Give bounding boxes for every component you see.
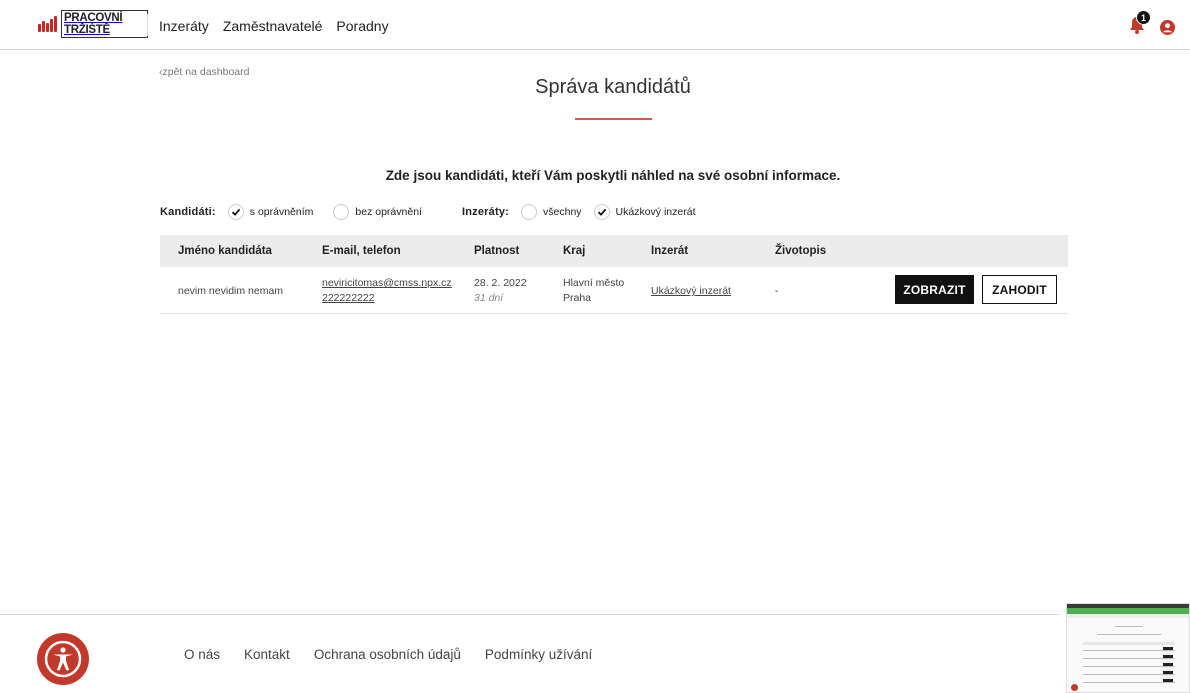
validity-date: 28. 2. 2022 xyxy=(474,277,527,289)
logo-text: PRACOVNÍ TRŽIŠTĚ xyxy=(61,10,148,38)
filter-sample-ad-label: Ukázkový inzerát xyxy=(615,206,696,218)
table-header: Jméno kandidáta E-mail, telefon Platnost… xyxy=(160,235,1068,267)
candidate-name: nevim nevidim nemam xyxy=(178,285,284,297)
site-logo[interactable]: PRACOVNÍ TRŽIŠTĚ xyxy=(38,10,148,38)
accessibility-icon xyxy=(44,640,82,678)
filter-without-permission[interactable]: bez oprávnění xyxy=(333,204,422,220)
col-header-validity: Platnost xyxy=(474,245,520,257)
intro-text: Zde jsou kandidáti, kteří Vám poskytli n… xyxy=(385,168,841,183)
filter-all-ads[interactable]: všechny xyxy=(521,204,582,220)
check-icon xyxy=(231,208,241,216)
logo-divider xyxy=(147,14,148,36)
radio-unchecked[interactable] xyxy=(333,204,350,220)
notification-badge: 1 xyxy=(1136,10,1151,25)
candidate-ad-link[interactable]: Ukázkový inzerát xyxy=(651,285,731,297)
candidates-table: Jméno kandidáta E-mail, telefon Platnost… xyxy=(160,235,1068,314)
candidate-phone-link[interactable]: 222222222 xyxy=(322,291,452,306)
radio-checked[interactable] xyxy=(227,204,244,220)
col-header-cv: Životopis xyxy=(775,245,827,257)
candidate-region: Hlavní město Praha xyxy=(563,276,624,306)
thumb-table-header xyxy=(1083,642,1175,645)
show-candidate-button[interactable]: ZOBRAZIT xyxy=(895,275,974,304)
footer-link-about[interactable]: O nás xyxy=(184,647,220,662)
thumb-row-line xyxy=(1083,658,1175,659)
thumb-row-line xyxy=(1083,650,1175,651)
thumb-button xyxy=(1163,655,1173,658)
candidate-validity: 28. 2. 2022 31 dní xyxy=(474,276,527,306)
region-line-2: Praha xyxy=(563,292,592,304)
candidate-contact: neviricitomas@cmss.npx.cz 222222222 xyxy=(322,276,452,306)
radio-checked[interactable] xyxy=(593,204,610,220)
thumb-intro-line xyxy=(1097,634,1161,635)
discard-candidate-button[interactable]: ZAHODIT xyxy=(982,275,1057,304)
thumb-accessibility-dot xyxy=(1071,684,1078,691)
nav-item-zamestnavatele[interactable]: Zaměstnavatelé xyxy=(223,18,323,34)
validity-days: 31 dní xyxy=(474,292,504,304)
nav-item-inzeraty[interactable]: Inzeráty xyxy=(159,18,209,34)
footer-divider xyxy=(0,614,1060,615)
footer-link-privacy[interactable]: Ochrana osobních údajů xyxy=(314,647,461,662)
footer-link-contact[interactable]: Kontakt xyxy=(244,647,290,662)
ads-filter-label: Inzeráty: xyxy=(461,206,510,218)
nav-item-poradny[interactable]: Poradny xyxy=(336,18,388,34)
thumb-row-line xyxy=(1083,674,1175,675)
radio-unchecked[interactable] xyxy=(521,204,538,220)
col-header-contact: E-mail, telefon xyxy=(322,245,401,257)
top-bar: PRACOVNÍ TRŽIŠTĚ Inzeráty Zaměstnavatelé… xyxy=(0,0,1190,50)
accessibility-button[interactable] xyxy=(37,633,89,685)
col-header-name: Jméno kandidáta xyxy=(178,245,272,257)
filter-sample-ad[interactable]: Ukázkový inzerát xyxy=(593,204,696,220)
thumb-button xyxy=(1163,671,1173,674)
thumb-button xyxy=(1163,647,1173,650)
check-icon xyxy=(597,208,606,216)
title-underline xyxy=(575,118,652,120)
main-nav: Inzeráty Zaměstnavatelé Poradny xyxy=(159,18,389,34)
screenshot-thumbnail[interactable] xyxy=(1066,603,1190,693)
page-title: Správa kandidátů xyxy=(535,76,691,98)
footer-nav: O nás Kontakt Ochrana osobních údajů Pod… xyxy=(184,647,592,662)
col-header-ad: Inzerát xyxy=(651,245,689,257)
filter-bar: Kandidáti: s oprávněním bez oprávnění In… xyxy=(160,204,696,220)
candidate-cv: - xyxy=(775,285,779,297)
user-circle-icon[interactable] xyxy=(1160,20,1175,35)
filter-without-permission-label: bez oprávnění xyxy=(355,206,422,218)
thumb-nav-bar xyxy=(1067,614,1189,618)
filter-with-permission-label: s oprávněním xyxy=(249,206,314,218)
col-header-region: Kraj xyxy=(563,245,586,257)
filter-all-ads-label: všechny xyxy=(543,206,582,218)
thumb-row-line xyxy=(1083,682,1175,683)
logo-figures-icon xyxy=(38,16,58,32)
filter-with-permission[interactable]: s oprávněním xyxy=(227,204,314,220)
candidate-email-link[interactable]: neviricitomas@cmss.npx.cz xyxy=(322,276,452,291)
candidates-filter-label: Kandidáti: xyxy=(160,206,216,218)
thumb-row-line xyxy=(1083,666,1175,667)
thumb-button xyxy=(1163,679,1173,682)
thumb-button xyxy=(1163,663,1173,666)
region-line-1: Hlavní město xyxy=(563,277,625,289)
thumb-title-line xyxy=(1115,626,1143,627)
footer-link-terms[interactable]: Podmínky užívání xyxy=(485,647,592,662)
